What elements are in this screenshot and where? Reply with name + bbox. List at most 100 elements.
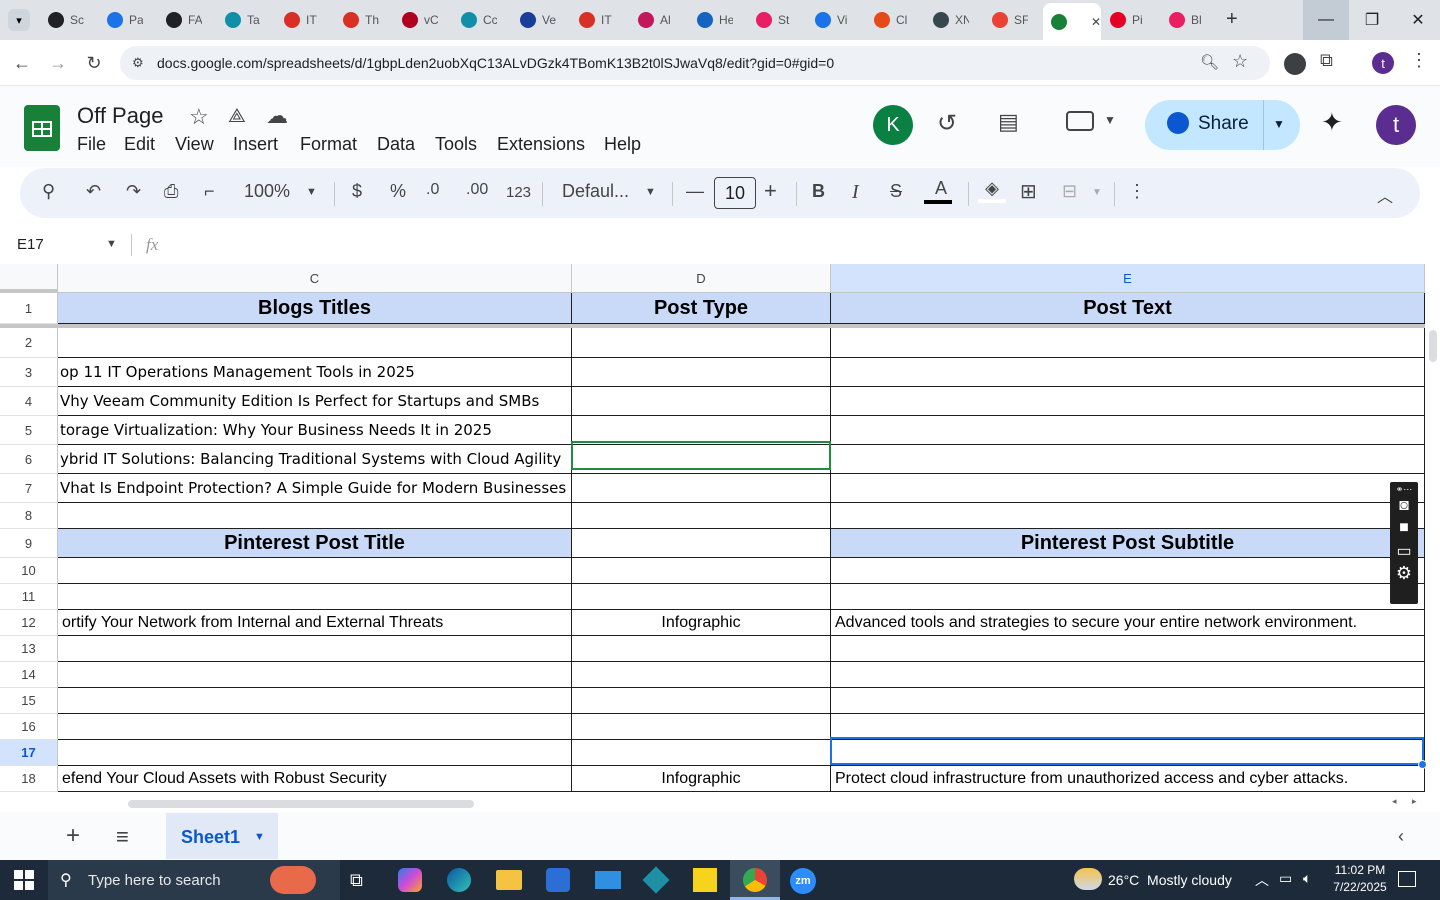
font-dropdown-icon[interactable]: ▼ bbox=[645, 186, 656, 198]
horizontal-scrollbar[interactable]: ◂ ▸ bbox=[58, 796, 1440, 812]
decrease-font-size-button[interactable]: — bbox=[686, 181, 704, 202]
row-header-7[interactable]: 7 bbox=[0, 474, 58, 503]
cell-d12[interactable]: Infographic bbox=[572, 610, 831, 636]
cell-d8[interactable] bbox=[572, 503, 831, 529]
percent-format-button[interactable]: % bbox=[390, 181, 406, 202]
edge-icon[interactable] bbox=[447, 868, 471, 892]
row-header-4[interactable]: 4 bbox=[0, 387, 58, 416]
explore-collapse-icon[interactable]: ‹ bbox=[1398, 826, 1404, 847]
menu-extensions[interactable]: Extensions bbox=[497, 134, 585, 155]
row-header-10[interactable]: 10 bbox=[0, 558, 58, 584]
menu-view[interactable]: View bbox=[175, 134, 214, 155]
browser-tab[interactable]: Al bbox=[630, 6, 686, 34]
row-header-6[interactable]: 6 bbox=[0, 445, 58, 474]
tray-chevron-icon[interactable]: ︿ bbox=[1255, 870, 1269, 890]
cell-d2[interactable] bbox=[572, 328, 831, 358]
zoom-select[interactable]: 100% bbox=[244, 181, 290, 202]
redo-icon[interactable]: ↷ bbox=[126, 181, 141, 202]
file-explorer-icon[interactable] bbox=[496, 870, 522, 890]
text-color-button[interactable]: A bbox=[924, 178, 952, 204]
cell-e13[interactable] bbox=[831, 636, 1425, 662]
column-header-c[interactable]: C bbox=[58, 264, 572, 293]
cell-c5[interactable]: torage Virtualization: Why Your Business… bbox=[58, 416, 572, 445]
url-text[interactable]: docs.google.com/spreadsheets/d/1gbpLden2… bbox=[157, 55, 834, 71]
add-sheet-button[interactable]: + bbox=[66, 822, 80, 850]
collaborator-avatar[interactable]: K bbox=[873, 105, 913, 145]
sheet-tab-dropdown-icon[interactable]: ▼ bbox=[254, 831, 265, 843]
chrome-taskbar-button[interactable] bbox=[730, 860, 780, 900]
cell-c13[interactable] bbox=[58, 636, 572, 662]
decrease-decimal-button[interactable]: .0 bbox=[426, 181, 439, 199]
browser-tab[interactable]: Ve bbox=[512, 6, 568, 34]
italic-button[interactable]: I bbox=[852, 181, 859, 204]
menu-format[interactable]: Format bbox=[300, 134, 357, 155]
row-header-9[interactable]: 9 bbox=[0, 529, 58, 558]
new-tab-button[interactable]: + bbox=[1226, 8, 1238, 31]
cell-c10[interactable] bbox=[58, 558, 572, 584]
cell-c11[interactable] bbox=[58, 584, 572, 610]
windows-start-icon[interactable] bbox=[14, 870, 34, 890]
settings-gear-icon[interactable]: ⚙ bbox=[1390, 563, 1418, 584]
cell-c7[interactable]: Vhat Is Endpoint Protection? A Simple Gu… bbox=[58, 474, 572, 503]
cell-c14[interactable] bbox=[58, 662, 572, 688]
cell-e2[interactable] bbox=[831, 328, 1425, 358]
cell-e11[interactable] bbox=[831, 584, 1425, 610]
cell-d4[interactable] bbox=[572, 387, 831, 416]
cell-e10[interactable] bbox=[831, 558, 1425, 584]
strikethrough-button[interactable]: S bbox=[890, 181, 902, 202]
paint-format-icon[interactable]: ⌐ bbox=[204, 181, 215, 202]
meet-icon[interactable] bbox=[1066, 111, 1094, 131]
browser-tab[interactable]: St bbox=[748, 6, 804, 34]
cell-c1[interactable]: Blogs Titles bbox=[58, 293, 572, 324]
cell-c4[interactable]: Vhy Veeam Community Edition Is Perfect f… bbox=[58, 387, 572, 416]
window-icon[interactable]: ▭ bbox=[1390, 541, 1418, 561]
row-header-2[interactable]: 2 bbox=[0, 328, 58, 358]
select-all-corner[interactable] bbox=[0, 264, 58, 293]
minimize-button[interactable]: — bbox=[1303, 0, 1349, 40]
cell-d11[interactable] bbox=[572, 584, 831, 610]
taskbar-search-box[interactable]: ⚲ Type here to search bbox=[48, 860, 340, 900]
browser-profile-avatar[interactable]: t bbox=[1372, 52, 1394, 74]
document-title[interactable]: Off Page bbox=[77, 103, 163, 129]
font-size-input[interactable]: 10 bbox=[714, 177, 756, 209]
cell-d3[interactable] bbox=[572, 358, 831, 387]
tab-search-button[interactable]: ▾ bbox=[8, 9, 30, 31]
merge-dropdown-icon[interactable]: ▼ bbox=[1092, 187, 1102, 198]
vertical-scrollbar[interactable] bbox=[1426, 324, 1440, 796]
browser-tab[interactable]: Pa bbox=[99, 6, 155, 34]
cell-d15[interactable] bbox=[572, 688, 831, 714]
reload-icon[interactable]: ↻ bbox=[82, 51, 106, 75]
row-header-15[interactable]: 15 bbox=[0, 688, 58, 714]
app-diamond-icon[interactable] bbox=[642, 866, 670, 894]
clock[interactable]: 11:02 PM 7/22/2025 bbox=[1332, 863, 1388, 894]
sheets-logo-icon[interactable] bbox=[24, 105, 60, 151]
cell-d9[interactable] bbox=[572, 529, 831, 558]
network-icon[interactable]: ▭ bbox=[1279, 870, 1292, 887]
cell-e14[interactable] bbox=[831, 662, 1425, 688]
cell-e1[interactable]: Post Text bbox=[831, 293, 1425, 324]
cell-c18[interactable]: efend Your Cloud Assets with Robust Secu… bbox=[58, 766, 572, 792]
browser-tab[interactable]: Bl bbox=[1161, 6, 1217, 34]
row-header-14[interactable]: 14 bbox=[0, 662, 58, 688]
browser-tab[interactable]: IT bbox=[276, 6, 332, 34]
cell-c2[interactable] bbox=[58, 328, 572, 358]
row-header-3[interactable]: 3 bbox=[0, 358, 58, 387]
browser-tab[interactable]: SF bbox=[984, 6, 1040, 34]
volume-icon[interactable]: 🔈︎ bbox=[1303, 870, 1311, 887]
browser-tab[interactable]: He bbox=[689, 6, 745, 34]
cell-d10[interactable] bbox=[572, 558, 831, 584]
extensions-icon[interactable]: ⧉ bbox=[1320, 50, 1333, 71]
currency-format-button[interactable]: $ bbox=[352, 181, 362, 202]
translate-extension-icon[interactable] bbox=[1284, 53, 1306, 75]
menu-file[interactable]: File bbox=[77, 134, 106, 155]
cell-e5[interactable] bbox=[831, 416, 1425, 445]
name-box-dropdown-icon[interactable]: ▼ bbox=[106, 238, 117, 250]
merge-cells-icon[interactable]: ⊟ bbox=[1062, 181, 1077, 202]
row-header-8[interactable]: 8 bbox=[0, 503, 58, 529]
formula-input[interactable] bbox=[180, 236, 1380, 256]
menu-insert[interactable]: Insert bbox=[233, 134, 278, 155]
cell-d18[interactable]: Infographic bbox=[572, 766, 831, 792]
cell-d13[interactable] bbox=[572, 636, 831, 662]
version-history-icon[interactable]: ↺ bbox=[937, 109, 957, 138]
row-header-1[interactable]: 1 bbox=[0, 293, 58, 324]
